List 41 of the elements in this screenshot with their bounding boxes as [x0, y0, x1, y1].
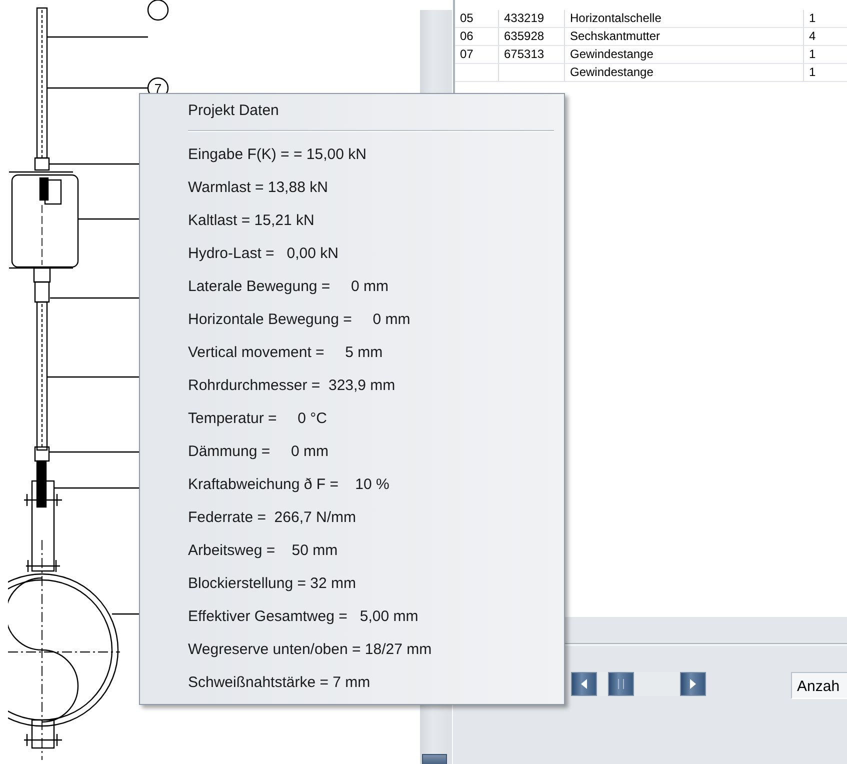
- data-line: Laterale Bewegung = 0 mm: [188, 277, 390, 297]
- table-cell: 06: [455, 28, 498, 46]
- data-line: Kaltlast = 15,21 kN: [188, 211, 316, 231]
- data-line: Warmlast = 13,88 kN: [188, 178, 329, 198]
- data-line: Federrate = 266,7 N/mm: [188, 508, 357, 528]
- scroll-right-button[interactable]: [680, 672, 706, 696]
- table-cell: 1: [804, 46, 847, 64]
- table-cell: 675313: [498, 46, 564, 64]
- callout-number: 7: [154, 81, 162, 96]
- table-cell: 1: [804, 64, 847, 82]
- data-line: Blockierstellung = 32 mm: [188, 574, 357, 594]
- data-line: Kraftabweichung ð F = 10 %: [188, 475, 390, 495]
- table-cell: 05: [455, 10, 498, 28]
- splitter-button[interactable]: [422, 754, 447, 764]
- data-line: Effektiver Gesamtweg = 5,00 mm: [188, 607, 420, 627]
- table-cell: 433219: [498, 10, 564, 28]
- table-cell: 4: [804, 28, 847, 46]
- table-cell: Gewindestange: [564, 46, 804, 64]
- table-cell: 07: [455, 46, 498, 64]
- table-cell: Sechskantmutter: [564, 28, 804, 46]
- data-line: Hydro-Last = 0,00 kN: [188, 244, 340, 264]
- table-cell: Horizontalschelle: [564, 10, 804, 28]
- scroll-left-button[interactable]: [571, 672, 597, 696]
- data-line: Vertical movement = 5 mm: [188, 343, 384, 363]
- leader-line: [112, 613, 139, 615]
- data-line: Dämmung = 0 mm: [188, 442, 330, 462]
- count-field[interactable]: Anzah: [791, 672, 847, 699]
- data-line: Arbeitsweg = 50 mm: [188, 541, 339, 561]
- data-line: Eingabe F(K) = = 15,00 kN: [188, 145, 368, 165]
- data-line: Temperatur = 0 °C: [188, 409, 328, 429]
- data-line: Rohrdurchmesser = 323,9 mm: [188, 376, 396, 396]
- table-cell: Gewindestange: [564, 64, 804, 82]
- table-cell: 635928: [498, 28, 564, 46]
- popup-title: Projekt Daten: [188, 101, 280, 121]
- table-cell: 1: [804, 10, 847, 28]
- data-line: Horizontale Bewegung = 0 mm: [188, 310, 412, 330]
- leader-line: [78, 218, 139, 220]
- scroll-thumb[interactable]: [608, 672, 634, 696]
- data-line: Schweißnahtstärke = 7 mm: [188, 673, 372, 693]
- scrollbar[interactable]: [571, 672, 706, 696]
- data-line: Wegreserve unten/oben = 18/27 mm: [188, 640, 433, 660]
